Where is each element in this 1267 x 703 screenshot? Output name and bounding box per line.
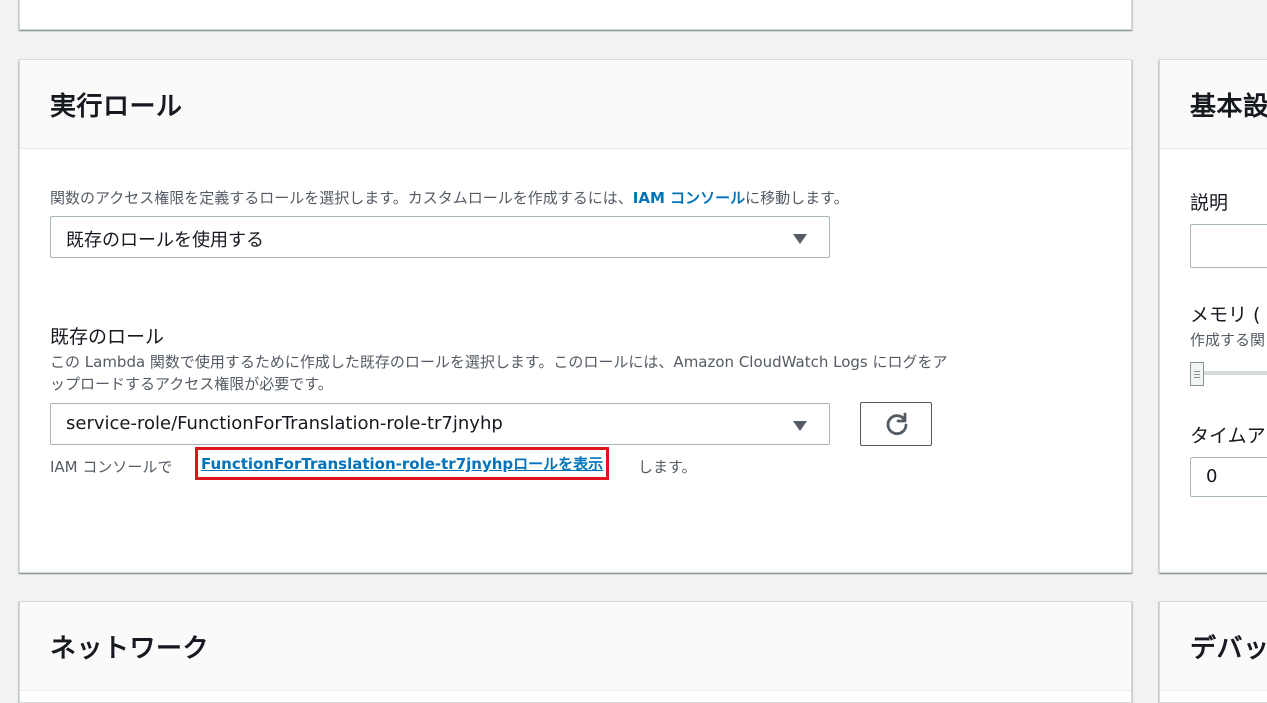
- basic-settings-title: 基本設: [1190, 92, 1267, 122]
- debug-panel: デバッ: [1159, 601, 1267, 703]
- caret-down-icon: [793, 421, 807, 431]
- timeout-input[interactable]: 0: [1190, 457, 1267, 497]
- existing-role-value: service-role/FunctionForTranslation-role…: [66, 413, 503, 434]
- execution-role-panel: 実行ロール 関数のアクセス権限を定義するロールを選択します。カスタムロールを作成…: [19, 59, 1132, 573]
- description-text-after: に移動します。: [745, 189, 849, 207]
- memory-slider-handle[interactable]: [1190, 362, 1204, 386]
- debug-title: デバッ: [1190, 634, 1267, 664]
- caret-down-icon: [793, 234, 807, 244]
- existing-role-description-line2: ップロードするアクセス権限が必要です。: [50, 375, 333, 393]
- existing-role-description-line1: この Lambda 関数で使用するために作成した既存のロールを選択します。このロ…: [50, 353, 948, 371]
- execution-role-title: 実行ロール: [50, 92, 183, 122]
- view-role-prefix: IAM コンソールで: [50, 458, 173, 476]
- existing-role-label: 既存のロール: [50, 326, 165, 348]
- execution-role-description: 関数のアクセス権限を定義するロールを選択します。カスタムロールを作成するには、I…: [50, 187, 849, 208]
- description-label: 説明: [1190, 192, 1229, 214]
- top-panel: [19, 0, 1132, 30]
- timeout-value: 0: [1206, 466, 1218, 487]
- timeout-label: タイムア: [1190, 425, 1266, 447]
- execution-role-header: 実行ロール: [20, 60, 1131, 149]
- basic-settings-panel: 基本設 説明 メモリ ( 作成する関 タイムア 0: [1159, 59, 1267, 573]
- network-header: ネットワーク: [20, 602, 1131, 691]
- memory-hint: 作成する関: [1190, 331, 1266, 349]
- basic-settings-header: 基本設: [1160, 60, 1267, 149]
- view-role-suffix: します。: [638, 458, 697, 476]
- debug-header: デバッ: [1160, 602, 1267, 691]
- description-text-before: 関数のアクセス権限を定義するロールを選択します。カスタムロールを作成するには、: [50, 189, 633, 207]
- memory-slider-track[interactable]: [1200, 371, 1267, 375]
- iam-console-link[interactable]: IAM コンソール: [633, 189, 745, 207]
- network-panel: ネットワーク: [19, 601, 1132, 703]
- description-input[interactable]: [1190, 224, 1267, 268]
- role-mode-value: 既存のロールを使用する: [66, 230, 264, 251]
- existing-role-select[interactable]: service-role/FunctionForTranslation-role…: [50, 403, 830, 445]
- view-role-link[interactable]: FunctionForTranslation-role-tr7jnyhpロールを…: [201, 455, 603, 473]
- network-title: ネットワーク: [50, 634, 210, 664]
- role-mode-select[interactable]: 既存のロールを使用する: [50, 216, 830, 258]
- memory-label: メモリ (: [1190, 304, 1261, 326]
- refresh-icon: [886, 412, 908, 436]
- refresh-button[interactable]: [860, 402, 932, 446]
- view-role-highlight: FunctionForTranslation-role-tr7jnyhpロールを…: [195, 447, 610, 480]
